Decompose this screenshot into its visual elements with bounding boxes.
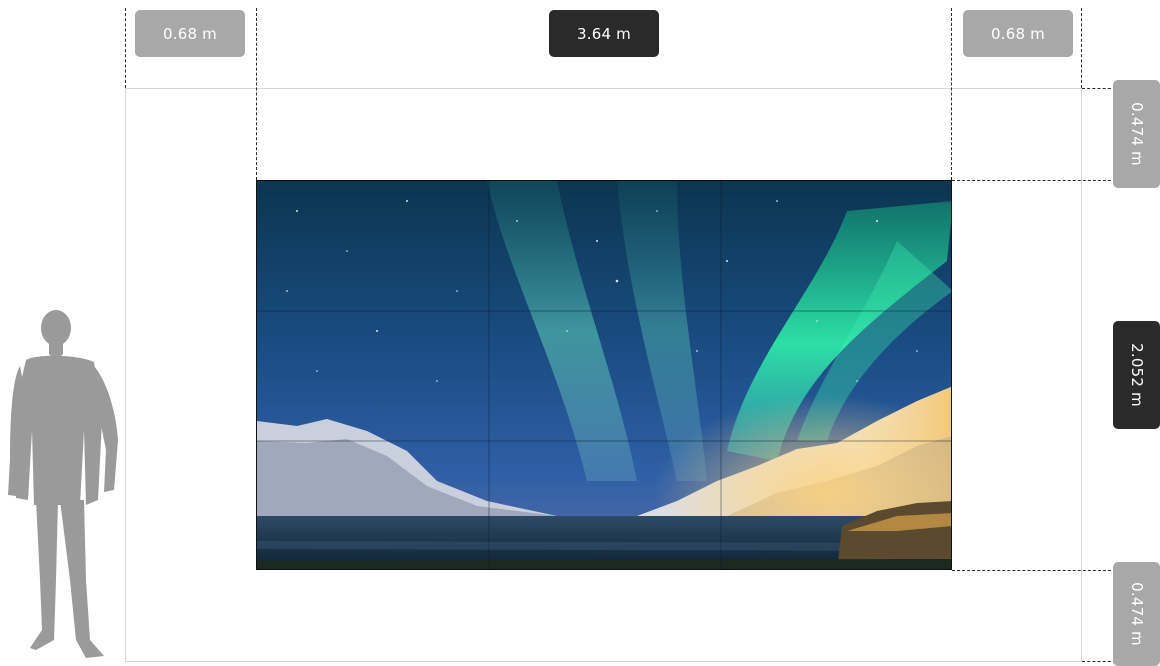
screen-top-guide	[952, 180, 1116, 181]
top-edge-guide	[1082, 88, 1116, 89]
screen-left-guide	[256, 8, 257, 180]
bottom-margin-text: 0.474 m	[1127, 582, 1146, 646]
screen-width-text: 3.64 m	[577, 24, 631, 43]
screen-bottom-guide	[952, 570, 1116, 571]
right-margin-text: 0.68 m	[991, 24, 1045, 43]
bottom-edge-guide	[1082, 661, 1116, 662]
human-silhouette-icon	[8, 310, 118, 658]
screen-width-label: 3.64 m	[549, 10, 659, 57]
screen-height-text: 2.052 m	[1127, 343, 1146, 407]
right-margin-label: 0.68 m	[963, 10, 1073, 57]
screen-height-label: 2.052 m	[1113, 321, 1160, 429]
aurora-landscape-image	[257, 181, 951, 569]
right-edge-guide	[1081, 8, 1082, 88]
left-margin-label: 0.68 m	[135, 10, 245, 57]
top-margin-text: 0.474 m	[1127, 102, 1146, 166]
screen-right-guide	[951, 8, 952, 180]
video-wall-screen	[256, 180, 952, 570]
bottom-margin-label: 0.474 m	[1113, 562, 1160, 666]
left-margin-text: 0.68 m	[163, 24, 217, 43]
videowall-dimension-diagram: 0.68 m 3.64 m 0.68 m 0.474 m 2.052 m 0.4…	[0, 0, 1160, 666]
left-edge-guide	[125, 8, 126, 88]
top-margin-label: 0.474 m	[1113, 80, 1160, 188]
